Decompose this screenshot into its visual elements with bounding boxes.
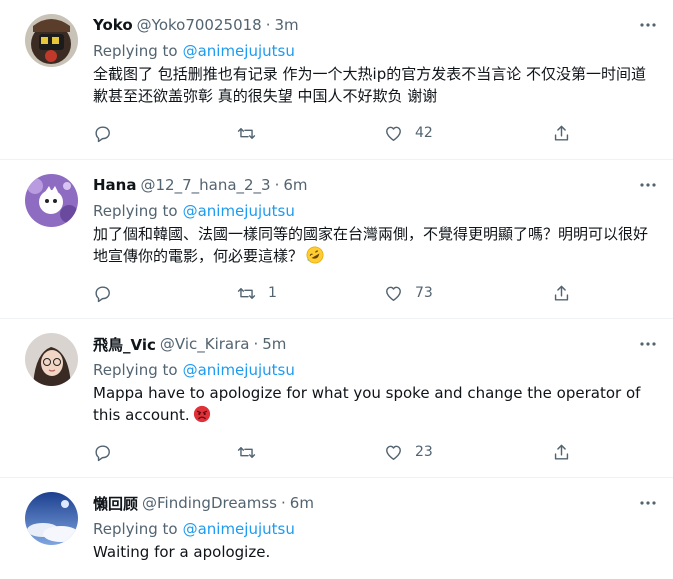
timestamp[interactable]: 3m (274, 16, 298, 34)
reply-button[interactable] (93, 282, 112, 304)
avatar-image (25, 333, 78, 386)
timestamp[interactable]: 6m (290, 494, 314, 512)
like-count: 42 (415, 125, 433, 141)
user-handle[interactable]: @Yoko70025018 (137, 16, 262, 34)
tweet-text-body: 全截图了 包括删推也有记录 作为一个大热ip的官方发表不当言论 不仅没第一时间道… (93, 65, 646, 105)
retweet-button[interactable] (237, 441, 268, 463)
replying-label: Replying to (93, 520, 178, 538)
separator-dot: · (253, 335, 259, 353)
separator-dot: · (265, 16, 271, 34)
tweet-text: Waiting for a apologize. (93, 541, 659, 563)
reply-button[interactable] (93, 122, 112, 144)
tweet-header: Yoko @Yoko70025018 · 3m (93, 14, 299, 36)
mention-link[interactable]: @animejujutsu (183, 520, 295, 538)
reply-icon (95, 125, 110, 142)
separator-dot: · (274, 176, 280, 194)
tweet-vic[interactable]: 飛鳥_Vic @Vic_Kirara · 5m Replying to @anim… (0, 319, 673, 478)
user-handle[interactable]: @12_7_hana_2_3 (140, 176, 270, 194)
retweet-icon (237, 127, 256, 139)
tweet-header: Hana @12_7_hana_2_3 · 6m (93, 174, 308, 196)
replying-to: Replying to @animejujutsu (93, 200, 295, 222)
avatar[interactable] (25, 333, 78, 386)
user-handle[interactable]: @FindingDreamss (142, 494, 277, 512)
more-icon[interactable] (637, 492, 659, 514)
tweet-text: 加了個和韓國、法國一樣同等的國家在台灣兩側，不覺得更明顯了嗎？明明可以很好地宣傳… (93, 223, 659, 267)
replying-label: Replying to (93, 42, 178, 60)
avatar-image (25, 14, 78, 67)
reply-feed: Yoko @Yoko70025018 · 3m Replying to @anim… (0, 0, 673, 579)
mention-link[interactable]: @animejujutsu (183, 202, 295, 220)
retweet-count: 1 (268, 285, 277, 301)
tweet-text-body: 加了個和韓國、法國一樣同等的國家在台灣兩側，不覺得更明顯了嗎？明明可以很好地宣傳… (93, 225, 649, 265)
replying-label: Replying to (93, 202, 178, 220)
tweet-text: 全截图了 包括删推也有记录 作为一个大热ip的官方发表不当言论 不仅没第一时间道… (93, 63, 659, 107)
more-icon[interactable] (637, 174, 659, 196)
tweet-actions: 23 (93, 441, 573, 463)
rolling-on-floor-laughing-emoji (306, 246, 324, 264)
display-name[interactable]: Hana (93, 176, 136, 194)
share-button[interactable] (552, 441, 571, 463)
reply-icon (95, 444, 110, 461)
tweet-text-body: Waiting for a apologize. (93, 543, 271, 561)
mention-link[interactable]: @animejujutsu (183, 42, 295, 60)
share-icon (554, 125, 569, 141)
avatar[interactable] (25, 14, 78, 67)
tweet-header: 懶回顾 @FindingDreamss · 6m (93, 492, 314, 514)
retweet-icon (237, 446, 256, 458)
timestamp[interactable]: 6m (283, 176, 307, 194)
tweet-yoko[interactable]: Yoko @Yoko70025018 · 3m Replying to @anim… (0, 0, 673, 160)
tweet-header: 飛鳥_Vic @Vic_Kirara · 5m (93, 333, 286, 355)
share-button[interactable] (552, 282, 571, 304)
tweet-hana[interactable]: Hana @12_7_hana_2_3 · 6m Replying to @ani… (0, 160, 673, 319)
timestamp[interactable]: 5m (262, 335, 286, 353)
mention-link[interactable]: @animejujutsu (183, 361, 295, 379)
more-icon[interactable] (637, 333, 659, 355)
separator-dot: · (281, 494, 286, 512)
like-button[interactable]: 42 (384, 122, 433, 144)
like-count: 23 (415, 444, 433, 460)
replying-to: Replying to @animejujutsu (93, 40, 295, 62)
tweet-findingdreamss[interactable]: 懶回顾 @FindingDreamss · 6m Replying to @ani… (0, 478, 673, 579)
display-name[interactable]: 懶回顾 (93, 493, 138, 514)
share-button[interactable] (552, 122, 571, 144)
avatar-image (25, 492, 78, 545)
replying-to: Replying to @animejujutsu (93, 359, 295, 381)
like-icon (386, 286, 401, 301)
retweet-button[interactable]: 1 (237, 282, 277, 304)
like-button[interactable]: 73 (384, 282, 433, 304)
like-count: 73 (415, 285, 433, 301)
replying-label: Replying to (93, 361, 178, 379)
avatar[interactable] (25, 174, 78, 227)
tweet-actions: 42 (93, 122, 573, 144)
share-icon (554, 285, 569, 301)
angry-face-emoji (193, 405, 211, 423)
tweet-actions: 1 73 (93, 282, 573, 304)
user-handle[interactable]: @Vic_Kirara (160, 335, 250, 353)
like-icon (386, 126, 401, 141)
retweet-icon (237, 287, 256, 299)
tweet-text: Mappa have to apologize for what you spo… (93, 382, 659, 426)
reply-button[interactable] (93, 441, 112, 463)
tweet-text-body: Mappa have to apologize for what you spo… (93, 384, 641, 424)
avatar[interactable] (25, 492, 78, 545)
display-name[interactable]: 飛鳥_Vic (93, 334, 156, 355)
share-icon (554, 444, 569, 460)
retweet-button[interactable] (237, 122, 268, 144)
avatar-image (25, 174, 78, 227)
replying-to: Replying to @animejujutsu (93, 518, 295, 540)
like-icon (386, 445, 401, 460)
like-button[interactable]: 23 (384, 441, 433, 463)
display-name[interactable]: Yoko (93, 16, 133, 34)
more-icon[interactable] (637, 14, 659, 36)
reply-icon (95, 285, 110, 302)
